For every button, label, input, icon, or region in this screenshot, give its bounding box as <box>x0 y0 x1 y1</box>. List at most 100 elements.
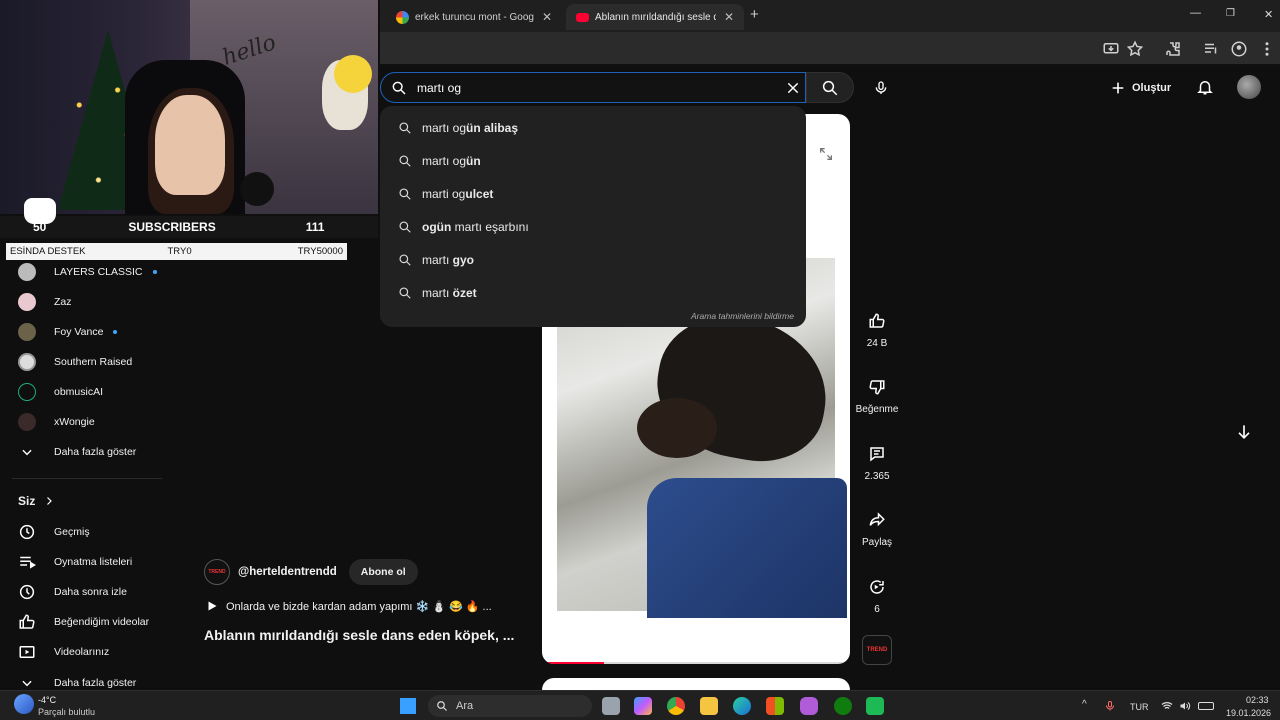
sidebar-show-more-subscriptions[interactable]: Daha fazla göster <box>0 437 170 467</box>
notifications-bell-icon[interactable] <box>1196 77 1214 97</box>
new-content-dot <box>113 330 118 334</box>
create-button[interactable]: Oluştur <box>1110 74 1171 102</box>
arrow-down-icon[interactable] <box>1234 422 1254 442</box>
clock-time[interactable]: 02:33 <box>1246 695 1269 705</box>
store-icon[interactable] <box>766 697 784 715</box>
remix-button[interactable]: 6 <box>850 578 904 615</box>
sidebar-you-heading[interactable]: Siz <box>18 494 55 508</box>
weather-desc[interactable]: Parçalı bulutlu <box>38 707 95 717</box>
comments-button[interactable]: 2.365 <box>850 445 904 482</box>
tab-google-search[interactable]: erkek turuncu mont - Google'd ✕ <box>386 4 562 30</box>
volume-icon[interactable] <box>1178 700 1192 712</box>
sound-channel-thumbnail[interactable]: TREND <box>862 635 892 665</box>
clock-date[interactable]: 19.01.2026 <box>1226 708 1271 718</box>
suggestion-item[interactable]: martı özet <box>380 276 806 309</box>
chevron-right-icon <box>47 497 53 505</box>
suggestion-item[interactable]: martı ogün <box>380 144 806 177</box>
sidebar-item-watch-later[interactable]: Daha sonra izle <box>0 577 170 607</box>
tab-title: erkek turuncu mont - Google'd <box>415 11 534 23</box>
xbox-icon[interactable] <box>834 697 852 715</box>
language-indicator[interactable]: TUR <box>1130 702 1149 712</box>
suggestion-item[interactable]: ogün martı eşarbını <box>380 210 806 243</box>
suggestion-text: ogün martı eşarbını <box>422 219 529 234</box>
webcam-overlay: hello <box>0 0 378 214</box>
sidebar-item-your-videos[interactable]: Videolarınız <box>0 637 170 667</box>
file-explorer-icon[interactable] <box>700 697 718 715</box>
search-icon <box>399 121 411 134</box>
subscribe-button[interactable]: Abone ol <box>348 559 418 585</box>
remix-count: 6 <box>874 604 880 615</box>
progress-bar[interactable] <box>542 662 604 664</box>
channel-name[interactable]: @herteldentrendd <box>238 566 337 578</box>
microphone-icon <box>875 80 887 94</box>
sidebar-item-playlists[interactable]: Oynatma listeleri <box>0 547 170 577</box>
new-tab-button[interactable]: + <box>750 6 759 23</box>
sidebar-item-zaz[interactable]: Zaz <box>0 287 170 317</box>
weather-temp[interactable]: -4°C <box>38 695 56 705</box>
wifi-icon[interactable] <box>1160 700 1174 712</box>
battery-icon[interactable] <box>1198 702 1214 710</box>
sidebar-item-southern-raised[interactable]: Southern Raised <box>0 347 170 377</box>
channel-avatar[interactable]: TREND <box>204 559 230 585</box>
section-title: Siz <box>18 494 36 508</box>
address-bar[interactable] <box>380 36 1080 62</box>
copilot-icon[interactable] <box>634 697 652 715</box>
restore-button[interactable]: ❐ <box>1226 8 1235 19</box>
like-button[interactable]: 24 B <box>850 312 904 349</box>
taskbar-search[interactable]: Ara <box>428 695 592 717</box>
bookmark-star-icon[interactable] <box>1126 40 1144 58</box>
tab-youtube-short[interactable]: Ablanın mırıldandığı sesle dans ✕ <box>566 4 744 30</box>
close-window-button[interactable]: ✕ <box>1264 8 1273 21</box>
remix-icon <box>870 580 884 594</box>
youtube-icon <box>576 12 589 22</box>
dislike-button[interactable]: Beğenme <box>850 378 904 415</box>
your-videos-icon <box>19 646 35 658</box>
sidebar-item-layers-classic[interactable]: LAYERS CLASSIC <box>0 257 170 287</box>
chrome-icon[interactable] <box>667 697 685 715</box>
clear-search-icon[interactable] <box>785 80 801 96</box>
search-icon <box>822 80 838 95</box>
expand-icon[interactable] <box>818 146 834 162</box>
donation-goal: TRY50000 <box>297 246 343 257</box>
account-avatar[interactable] <box>1237 75 1261 99</box>
video-content-jeans <box>647 478 847 618</box>
search-input[interactable]: martı og <box>380 72 806 103</box>
sidebar-item-label: obmusicAI <box>54 386 104 398</box>
extensions-icon[interactable] <box>1164 40 1182 58</box>
description-row[interactable]: Onlarda ve bizde kardan adam yapımı ❄️ ⛄… <box>206 598 492 614</box>
edge-icon[interactable] <box>733 697 751 715</box>
voice-search-button[interactable] <box>864 72 898 103</box>
windows-start-icon[interactable] <box>400 698 416 714</box>
thumbs-up-icon <box>19 614 35 629</box>
sidebar-item-liked-videos[interactable]: Beğendiğim videolar <box>0 607 170 637</box>
history-icon <box>19 524 35 540</box>
sidebar-item-xwongie[interactable]: xWongie <box>0 407 170 437</box>
install-app-icon[interactable] <box>1102 40 1120 58</box>
sidebar-item-label: Videolarınız <box>54 646 110 658</box>
suggestion-item[interactable]: martı ogün alibaş <box>380 111 806 144</box>
tray-overflow-icon[interactable]: ^ <box>1082 699 1087 710</box>
tab-close-icon[interactable]: ✕ <box>724 10 734 24</box>
donation-current: TRY0 <box>167 246 192 257</box>
profile-icon[interactable] <box>1230 40 1248 58</box>
channel-row: TREND @herteldentrendd Abone ol <box>204 558 418 586</box>
weather-icon[interactable] <box>14 694 34 714</box>
channel-avatar <box>18 353 36 371</box>
suggestion-item[interactable]: martı gyo <box>380 243 806 276</box>
suggestion-item[interactable]: marti ogulcet <box>380 177 806 210</box>
sidebar-item-history[interactable]: Geçmiş <box>0 517 170 547</box>
app-green-icon[interactable] <box>866 697 884 715</box>
search-button[interactable] <box>806 72 854 103</box>
app-icon[interactable] <box>800 697 818 715</box>
share-button[interactable]: Paylaş <box>850 511 904 548</box>
minimize-button[interactable]: — <box>1190 7 1201 19</box>
task-view-icon[interactable] <box>602 697 620 715</box>
menu-kebab-icon[interactable] <box>1258 40 1276 58</box>
sidebar-item-foy-vance[interactable]: Foy Vance <box>0 317 170 347</box>
report-predictions-link[interactable]: Arama tahminlerini bildirme <box>691 311 794 321</box>
tab-close-icon[interactable]: ✕ <box>542 10 552 24</box>
sidebar-item-obmusicai[interactable]: obmusicAI <box>0 377 170 407</box>
media-control-icon[interactable] <box>1202 40 1220 58</box>
short-title[interactable]: Ablanın mırıldandığı sesle dans eden köp… <box>204 627 514 643</box>
tray-microphone-icon[interactable] <box>1104 699 1116 713</box>
